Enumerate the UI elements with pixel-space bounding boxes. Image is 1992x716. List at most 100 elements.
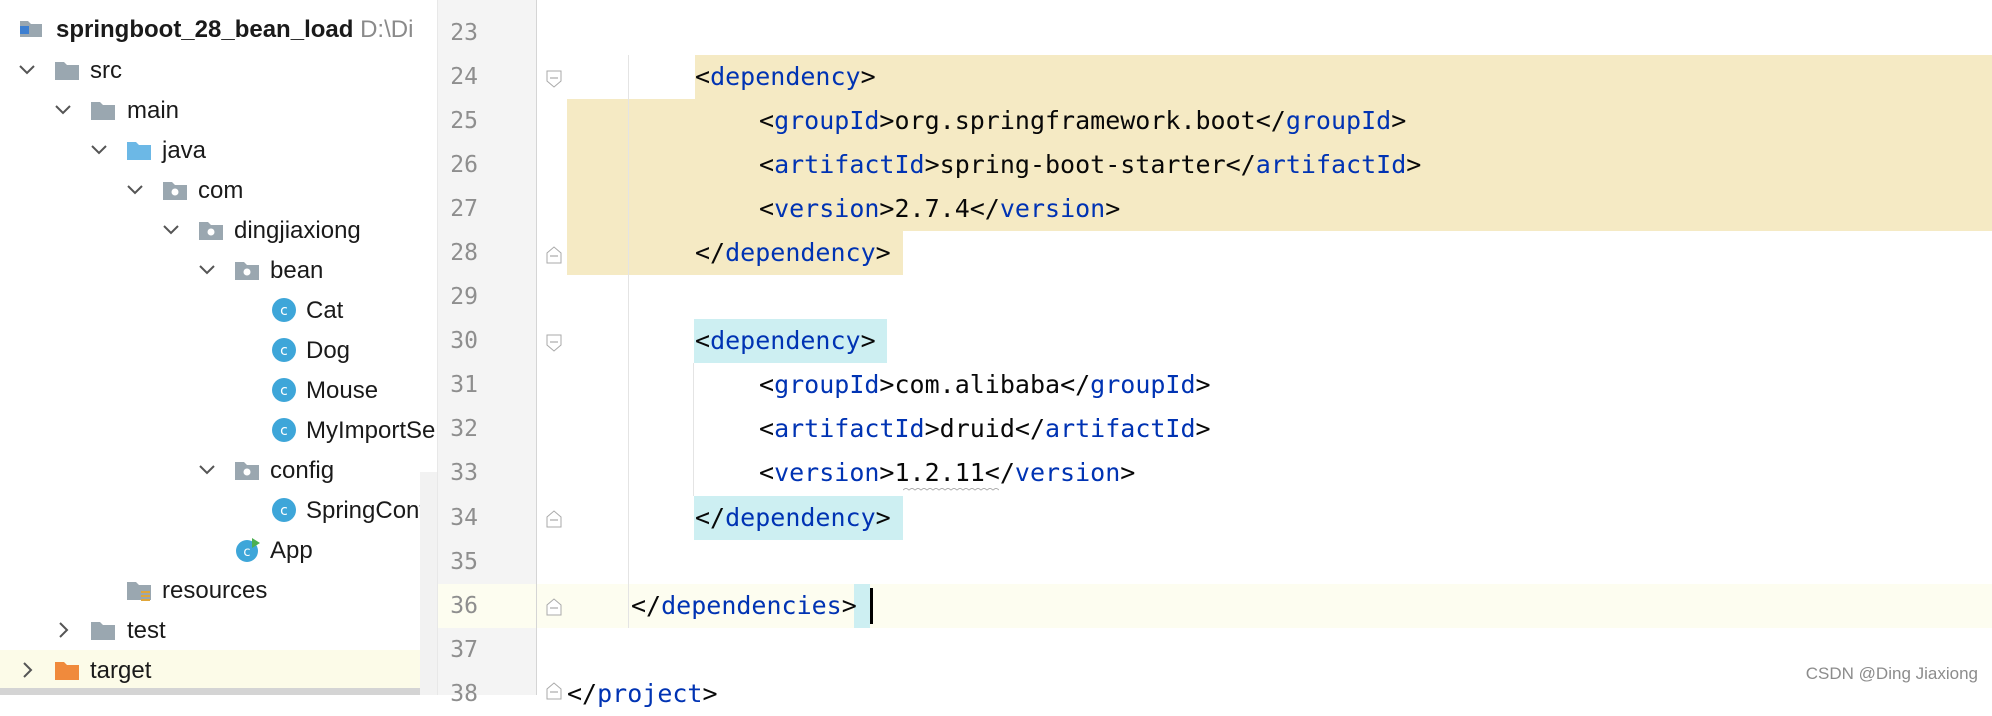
tree-item-label: main <box>127 97 180 124</box>
indent-guide <box>628 55 629 628</box>
fold-close-icon[interactable] <box>546 510 562 528</box>
line-number: 24 <box>450 64 478 90</box>
code-line-28[interactable]: </dependency> <box>695 231 891 275</box>
tree-item-test[interactable]: test <box>0 610 437 650</box>
tree-vertical-scrollbar[interactable] <box>420 472 437 695</box>
tree-item-target[interactable]: target <box>0 650 437 690</box>
highlight-dependency-block-1-left <box>567 99 695 275</box>
tree-item-label: src <box>90 57 122 84</box>
tree-item-com[interactable]: com <box>0 170 437 210</box>
fold-open-icon[interactable] <box>546 70 562 88</box>
folder-icon <box>55 62 79 80</box>
tree-item-myimportselector[interactable]: c MyImportSe <box>0 410 437 450</box>
tree-item-label: SpringConf <box>306 497 427 524</box>
package-icon <box>235 462 259 480</box>
line-number: 28 <box>450 240 478 266</box>
svg-text:c: c <box>280 383 288 399</box>
tree-item-label: App <box>270 537 313 564</box>
tree-item-src[interactable]: src <box>0 50 437 90</box>
text-caret <box>870 588 873 624</box>
indent-guide <box>693 363 694 496</box>
line-number: 35 <box>450 549 478 575</box>
code-line-32[interactable]: <artifactId>druid</artifactId> <box>759 407 1211 451</box>
tree-item-label: resources <box>162 577 268 604</box>
folder-icon <box>91 102 115 120</box>
tree-item-label: java <box>162 137 207 164</box>
class-icon: c <box>272 338 296 362</box>
chevron-down-icon[interactable] <box>52 99 74 121</box>
line-number: 37 <box>450 637 478 663</box>
fold-open-icon[interactable] <box>546 334 562 352</box>
package-icon <box>235 262 259 280</box>
chevron-right-icon[interactable] <box>16 659 38 681</box>
svg-text:c: c <box>280 343 288 359</box>
code-line-27[interactable]: <version>2.7.4</version> <box>759 187 1120 231</box>
tree-item-springconfig[interactable]: c SpringConf <box>0 490 437 530</box>
line-number: 25 <box>450 108 478 134</box>
tree-item-dog[interactable]: c Dog <box>0 330 437 370</box>
svg-text:c: c <box>280 303 288 319</box>
svg-text:c: c <box>280 423 288 439</box>
chevron-down-icon[interactable] <box>124 179 146 201</box>
line-number: 31 <box>450 372 478 398</box>
line-number: 30 <box>450 328 478 354</box>
tree-item-label: Mouse <box>306 377 379 404</box>
spell-warning-underline <box>903 488 999 491</box>
class-icon: c <box>272 378 296 402</box>
code-line-31[interactable]: <groupId>com.alibaba</groupId> <box>759 363 1211 407</box>
package-icon <box>163 182 187 200</box>
line-number: 33 <box>450 460 478 486</box>
chevron-down-icon[interactable] <box>16 59 38 81</box>
chevron-right-icon[interactable] <box>52 619 74 641</box>
tree-item-project-root[interactable]: springboot_28_bean_load D:\Di <box>0 10 437 50</box>
tree-item-label: Cat <box>306 297 344 324</box>
chevron-down-icon[interactable] <box>160 219 182 241</box>
project-name: springboot_28_bean_load <box>56 16 354 43</box>
module-folder-icon <box>20 21 42 37</box>
tree-item-label: config <box>270 457 335 484</box>
tree-item-label: MyImportSe <box>306 417 436 444</box>
tree-item-label: target <box>90 657 152 684</box>
code-line-24[interactable]: <dependency> <box>695 55 876 99</box>
line-number: 29 <box>450 284 478 310</box>
line-number: 32 <box>450 416 478 442</box>
tree-item-config[interactable]: config <box>0 450 437 490</box>
tree-item-label: com <box>198 177 244 204</box>
line-number: 26 <box>450 152 478 178</box>
source-folder-icon <box>127 142 151 160</box>
tree-item-dingjiaxiong[interactable]: dingjiaxiong <box>0 210 437 250</box>
tree-item-bean[interactable]: bean <box>0 250 437 290</box>
class-icon: c <box>272 418 296 442</box>
class-icon: c <box>272 498 296 522</box>
tree-item-main[interactable]: main <box>0 90 437 130</box>
tree-item-app[interactable]: c App <box>0 530 437 570</box>
tree-item-cat[interactable]: c Cat <box>0 290 437 330</box>
tree-item-mouse[interactable]: c Mouse <box>0 370 437 410</box>
code-line-25[interactable]: <groupId>org.springframework.boot</group… <box>759 99 1406 143</box>
resources-folder-icon <box>127 582 151 601</box>
tree-item-java[interactable]: java <box>0 130 437 170</box>
code-line-36[interactable]: </dependencies> <box>631 584 857 628</box>
code-line-38[interactable]: </project> <box>567 672 718 716</box>
project-path: D:\Di <box>360 16 414 43</box>
fold-close-icon[interactable] <box>546 598 562 616</box>
line-number: 23 <box>450 20 478 46</box>
code-line-26[interactable]: <artifactId>spring-boot-starter</artifac… <box>759 143 1421 187</box>
tree-item-resources[interactable]: resources <box>0 570 437 610</box>
folder-icon <box>91 622 115 640</box>
chevron-down-icon[interactable] <box>196 459 218 481</box>
tree-item-label: Dog <box>306 337 351 364</box>
package-icon <box>199 222 223 240</box>
tree-item-label: dingjiaxiong <box>234 217 361 244</box>
tree-item-label: test <box>127 617 166 644</box>
fold-close-icon[interactable] <box>546 246 562 264</box>
line-number: 36 <box>450 593 478 619</box>
code-line-30[interactable]: <dependency> <box>695 319 876 363</box>
spring-boot-class-icon: c <box>236 538 260 562</box>
code-line-34[interactable]: </dependency> <box>695 496 891 540</box>
chevron-down-icon[interactable] <box>88 139 110 161</box>
tree-horizontal-scrollbar[interactable] <box>0 688 420 695</box>
fold-close-icon[interactable] <box>546 682 562 700</box>
class-icon: c <box>272 298 296 322</box>
chevron-down-icon[interactable] <box>196 259 218 281</box>
